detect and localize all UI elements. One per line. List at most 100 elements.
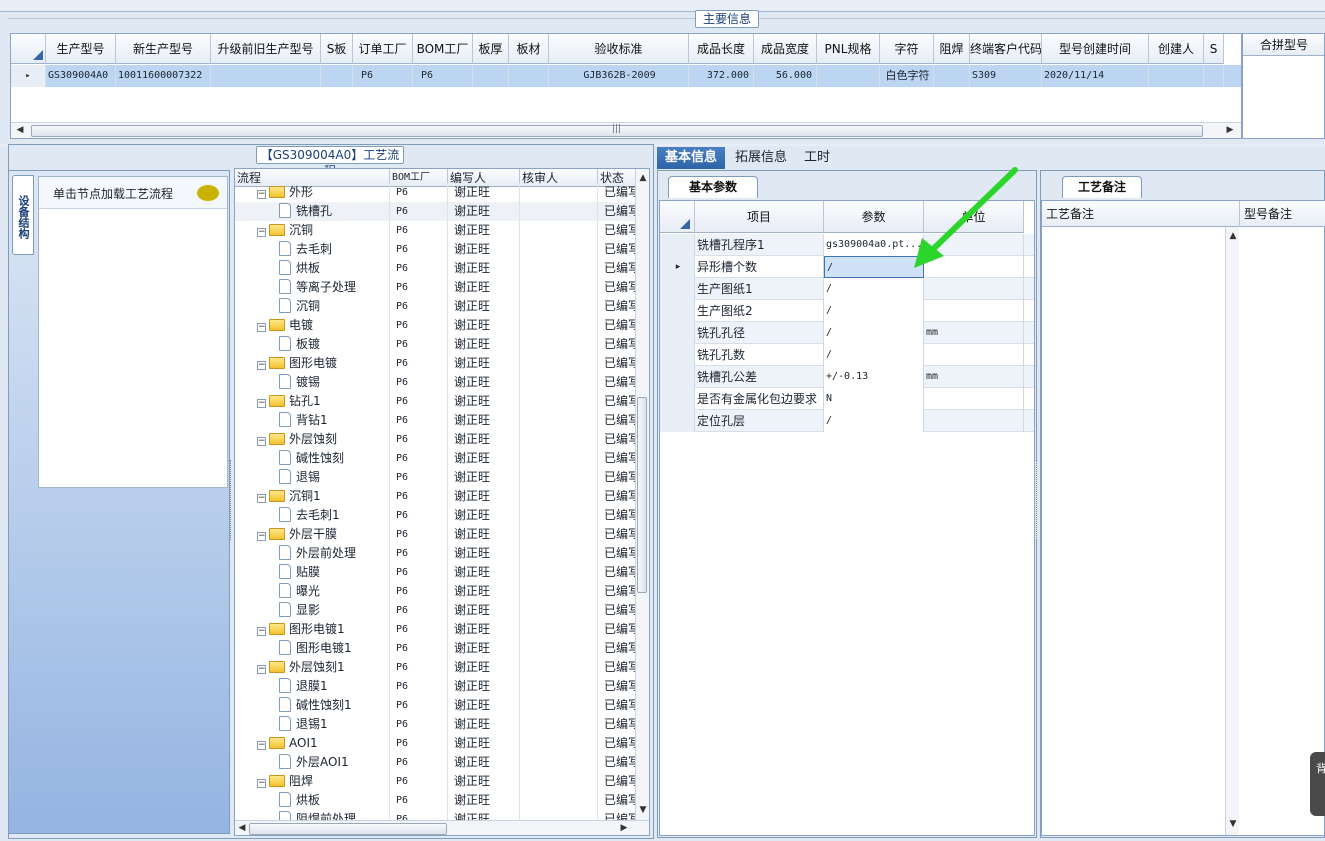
tab-basic-info[interactable]: 基本信息 [657, 147, 725, 169]
main-header-8[interactable]: 验收标准 [549, 34, 689, 64]
param-row[interactable]: 生产图纸2/ [660, 300, 1034, 322]
tree-row[interactable]: 退膜1 P6 谢正旺 已编写 [235, 677, 638, 696]
tree-row[interactable]: − AOI1 P6 谢正旺 已编写 [235, 734, 638, 753]
main-info-grid[interactable]: 生产型号 新生产型号 升级前旧生产型号 S板 订单工厂 BOM工厂 板厚 板材 验收标准 成品长度… [10, 33, 1242, 139]
grid-corner[interactable] [11, 34, 46, 64]
param-param[interactable]: N [824, 388, 924, 410]
tab-extended-info[interactable]: 拓展信息 [729, 147, 793, 169]
param-param[interactable]: / [824, 344, 924, 366]
tree-row[interactable]: 退锡 P6 谢正旺 已编写 [235, 468, 638, 487]
tree-node[interactable]: − 阻焊 [235, 772, 390, 791]
collapse-icon[interactable]: − [257, 532, 266, 541]
tree-row[interactable]: 显影 P6 谢正旺 已编写 [235, 601, 638, 620]
tree-row[interactable]: 去毛刺 P6 谢正旺 已编写 [235, 240, 638, 259]
tree-row[interactable]: 去毛刺1 P6 谢正旺 已编写 [235, 506, 638, 525]
tree-node[interactable]: 沉铜 [235, 297, 390, 316]
main-header-14[interactable]: 终端客户代码 [970, 34, 1042, 64]
tree-node[interactable]: 显影 [235, 601, 390, 620]
tree-node[interactable]: 碱性蚀刻 [235, 449, 390, 468]
tree-node[interactable]: − 图形电镀 [235, 354, 390, 373]
tree-node[interactable]: 板镀 [235, 335, 390, 354]
param-row[interactable]: 铣孔孔径 / mm [660, 322, 1034, 344]
tree-node[interactable]: − 钻孔1 [235, 392, 390, 411]
remarks-grid[interactable]: 工艺备注 型号备注 ▲ ▼ [1041, 200, 1325, 836]
param-row[interactable]: 铣槽孔公差 +/-0.13 mm [660, 366, 1034, 388]
tree-node[interactable]: 曝光 [235, 582, 390, 601]
tree-row[interactable]: − 外形 P6 谢正旺 已编写 [235, 183, 638, 202]
main-header-6[interactable]: 板厚 [473, 34, 509, 64]
tree-hscroll[interactable]: ◀ ▶ [235, 820, 649, 835]
tree-row[interactable]: 烘板 P6 谢正旺 已编写 [235, 791, 638, 810]
param-param[interactable]: / [824, 300, 924, 322]
main-header-7[interactable]: 板材 [509, 34, 549, 64]
tree-row[interactable]: − 钻孔1 P6 谢正旺 已编写 [235, 392, 638, 411]
main-header-0[interactable]: 生产型号 [46, 34, 116, 64]
collapse-icon[interactable]: − [257, 627, 266, 636]
tree-hscroll-thumb[interactable] [249, 823, 447, 835]
collapse-icon[interactable]: − [257, 494, 266, 503]
param-unit[interactable] [924, 344, 1024, 366]
collapse-icon[interactable]: − [257, 399, 266, 408]
main-header-15[interactable]: 型号创建时间 [1042, 34, 1149, 64]
main-header-3[interactable]: S板 [321, 34, 353, 64]
tree-row[interactable]: 退锡1 P6 谢正旺 已编写 [235, 715, 638, 734]
tree-node[interactable]: 镀锡 [235, 373, 390, 392]
tree-node[interactable]: 烘板 [235, 791, 390, 810]
param-row[interactable]: 生产图纸1/ [660, 278, 1034, 300]
main-cell-4[interactable]: P6 [353, 65, 413, 87]
subtab-process-remarks[interactable]: 工艺备注 [1062, 176, 1142, 198]
main-cell-1[interactable]: 10011600007322 [116, 65, 211, 87]
tree-node[interactable]: − 外形 [235, 183, 390, 202]
process-tree[interactable]: 流程 BOM工厂 编写人 核审人 状态 − 外形 P6 谢正旺 已编写 铣槽孔 P6 谢正旺 已编写 − 沉… [234, 168, 650, 836]
tree-row[interactable]: − 外层蚀刻 P6 谢正旺 已编写 [235, 430, 638, 449]
main-cell-15[interactable]: 2020/11/14 [1042, 65, 1149, 87]
param-row[interactable]: 定位孔层 / [660, 410, 1034, 432]
remarks-vscroll[interactable]: ▲ ▼ [1225, 227, 1239, 835]
tree-row[interactable]: 烘板 P6 谢正旺 已编写 [235, 259, 638, 278]
tree-row[interactable]: − 沉铜1 P6 谢正旺 已编写 [235, 487, 638, 506]
main-header-17[interactable]: S [1204, 34, 1224, 64]
main-header-11[interactable]: PNL规格 [817, 34, 880, 64]
tree-row[interactable]: 铣槽孔 P6 谢正旺 已编写 [235, 202, 638, 221]
main-cell-7[interactable] [509, 65, 549, 87]
param-row[interactable]: 铣孔孔数 / [660, 344, 1034, 366]
remarks-header-process[interactable]: 工艺备注 [1042, 201, 1240, 227]
main-cell-14[interactable]: S309 [970, 65, 1042, 87]
remarks-scroll-down-icon[interactable]: ▼ [1226, 817, 1240, 831]
tree-row[interactable]: − 电镀 P6 谢正旺 已编写 [235, 316, 638, 335]
tree-node[interactable]: 退锡1 [235, 715, 390, 734]
tree-node[interactable]: 图形电镀1 [235, 639, 390, 658]
main-cell-5[interactable]: P6 [413, 65, 473, 87]
tree-node[interactable]: 外层前处理 [235, 544, 390, 563]
tree-node[interactable]: 铣槽孔 [235, 202, 390, 221]
collapse-icon[interactable]: − [257, 437, 266, 446]
tab-work-hours[interactable]: 工时 [797, 147, 837, 169]
params-header-0[interactable]: 项目 [695, 201, 824, 233]
collapse-icon[interactable]: − [257, 665, 266, 674]
main-header-10[interactable]: 成品宽度 [754, 34, 817, 64]
main-cell-3[interactable] [321, 65, 353, 87]
combined-model-grid[interactable]: 合拼型号 [1242, 33, 1325, 139]
tree-row[interactable]: 板镀 P6 谢正旺 已编写 [235, 335, 638, 354]
main-cell-17[interactable] [1204, 65, 1224, 87]
scroll-right-icon[interactable]: ▶ [1223, 123, 1237, 137]
main-cell-0[interactable]: GS309004A0 [46, 65, 116, 87]
tree-node[interactable]: − AOI1 [235, 734, 390, 753]
remarks-scroll-up-icon[interactable]: ▲ [1226, 229, 1240, 243]
main-header-4[interactable]: 订单工厂 [353, 34, 413, 64]
combined-model-header[interactable]: 合拼型号 [1243, 34, 1324, 56]
scroll-left-icon[interactable]: ◀ [13, 123, 27, 137]
param-unit[interactable] [924, 388, 1024, 410]
param-param[interactable]: / [824, 322, 924, 344]
param-param[interactable]: / [824, 410, 924, 432]
tree-node[interactable]: 碱性蚀刻1 [235, 696, 390, 715]
collapse-icon[interactable]: − [257, 228, 266, 237]
main-cell-6[interactable] [473, 65, 509, 87]
main-header-2[interactable]: 升级前旧生产型号 [211, 34, 321, 64]
collapse-icon[interactable]: − [257, 323, 266, 332]
basic-params-grid[interactable]: 项目 参数 单位 铣槽孔程序1 gs309004a0.pt... ▸ 异形槽个数 / 生产图纸… [659, 200, 1035, 836]
tree-row[interactable]: 背钻1 P6 谢正旺 已编写 [235, 411, 638, 430]
main-cell-11[interactable] [817, 65, 880, 87]
collapse-icon[interactable]: − [257, 779, 266, 788]
tree-node[interactable]: − 外层蚀刻 [235, 430, 390, 449]
